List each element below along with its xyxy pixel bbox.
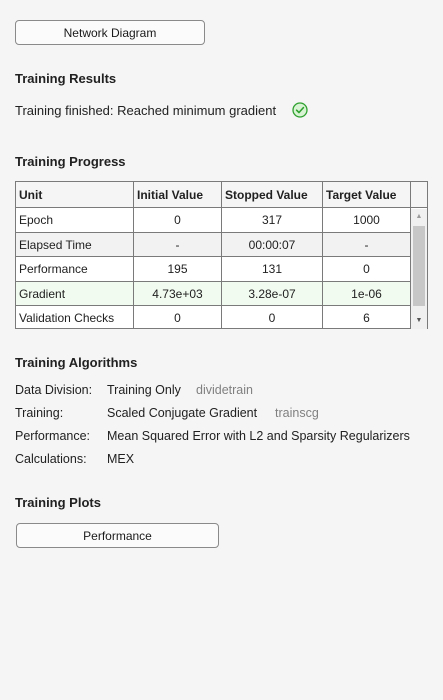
check-circle-icon <box>292 102 308 118</box>
table-cell-initial: - <box>134 232 222 257</box>
table-cell-unit: Validation Checks <box>16 306 134 328</box>
network-diagram-button[interactable]: Network Diagram <box>15 20 205 45</box>
algo-value-calculations: MEX <box>107 452 135 466</box>
column-header-initial-value: Initial Value <box>134 182 222 208</box>
training-algorithms-title: Training Algorithms <box>15 355 138 370</box>
training-status-text: Training finished: Reached minimum gradi… <box>15 103 277 118</box>
table-cell-unit: Elapsed Time <box>16 232 134 257</box>
algo-value-data-division: Training Only <box>107 383 181 397</box>
scroll-down-arrow-icon[interactable]: ▼ <box>411 313 427 329</box>
column-header-spacer <box>411 182 427 208</box>
table-cell-target: - <box>323 232 411 257</box>
table-cell-unit: Gradient <box>16 281 134 306</box>
table-cell-stopped: 00:00:07 <box>222 232 323 257</box>
table-cell-initial: 0 <box>134 306 222 328</box>
training-results-title: Training Results <box>15 71 117 86</box>
algo-label-performance: Performance: <box>15 429 91 443</box>
table-cell-stopped: 317 <box>222 208 323 233</box>
table-cell-target: 6 <box>323 306 411 328</box>
table-cell-stopped: 0 <box>222 306 323 328</box>
algo-fn-dividetrain: dividetrain <box>196 383 253 397</box>
table-cell-target: 1e-06 <box>323 281 411 306</box>
table-cell-stopped: 3.28e-07 <box>222 281 323 306</box>
algo-label-training: Training: <box>15 406 64 420</box>
scrollbar-thumb[interactable] <box>413 226 425 306</box>
algo-value-performance: Mean Squared Error with L2 and Sparsity … <box>107 429 410 443</box>
table-cell-target: 0 <box>323 257 411 282</box>
performance-plot-button[interactable]: Performance <box>16 523 219 548</box>
column-header-target-value: Target Value <box>323 182 411 208</box>
table-cell-stopped: 131 <box>222 257 323 282</box>
table-cell-unit: Epoch <box>16 208 134 233</box>
algo-fn-trainscg: trainscg <box>275 406 319 420</box>
algo-value-training: Scaled Conjugate Gradient <box>107 406 258 420</box>
training-progress-title: Training Progress <box>15 154 126 169</box>
table-cell-unit: Performance <box>16 257 134 282</box>
table-cell-initial: 0 <box>134 208 222 233</box>
table-cell-initial: 195 <box>134 257 222 282</box>
table-scrollbar[interactable]: ▲ ▼ <box>411 209 427 329</box>
column-header-stopped-value: Stopped Value <box>222 182 323 208</box>
training-progress-table[interactable]: Unit Initial Value Stopped Value Target … <box>15 181 428 329</box>
training-plots-title: Training Plots <box>15 495 101 510</box>
scroll-up-arrow-icon[interactable]: ▲ <box>411 209 427 225</box>
algo-label-data-division: Data Division: <box>15 383 93 397</box>
algo-label-calculations: Calculations: <box>15 452 87 466</box>
table-cell-initial: 4.73e+03 <box>134 281 222 306</box>
column-header-unit: Unit <box>16 182 134 208</box>
table-cell-target: 1000 <box>323 208 411 233</box>
